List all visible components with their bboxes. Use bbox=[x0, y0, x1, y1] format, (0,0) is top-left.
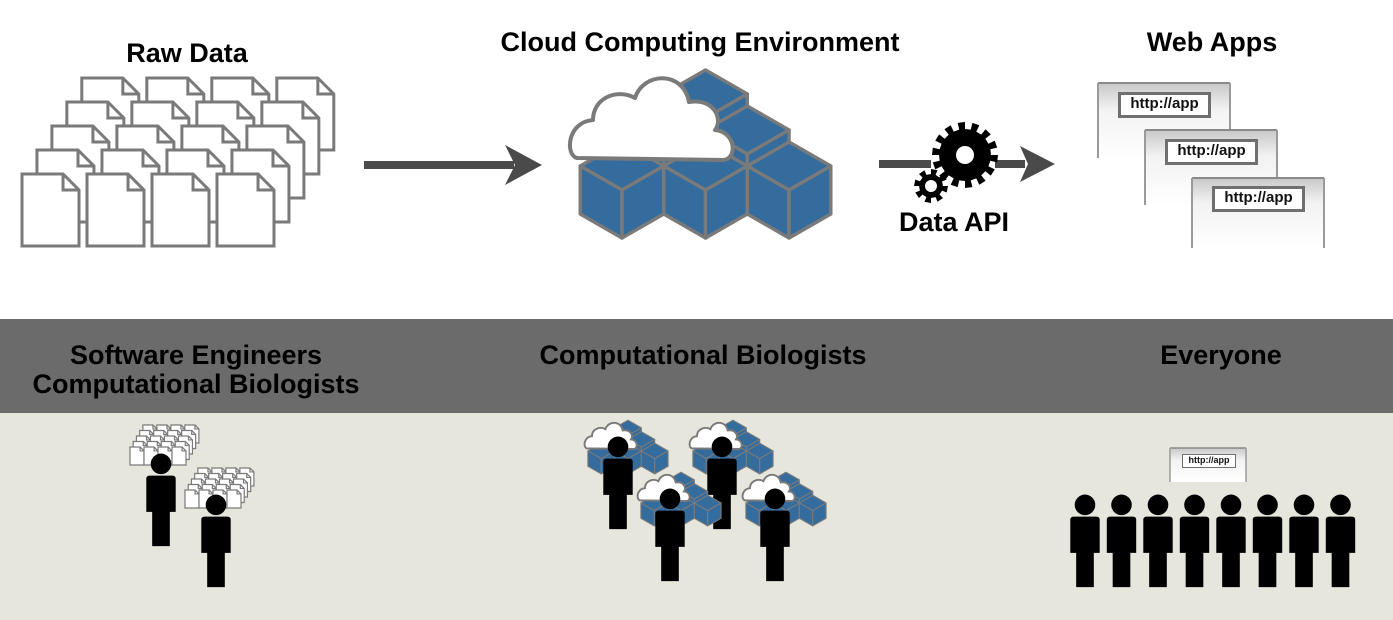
document-icon bbox=[20, 172, 81, 248]
web-apps-title: Web Apps bbox=[1146, 27, 1278, 57]
app-url-box: http://app bbox=[1165, 139, 1258, 165]
person-icon bbox=[1179, 494, 1210, 588]
data-api-label: Data API bbox=[898, 207, 1010, 237]
person-icon bbox=[146, 453, 176, 547]
audience-label-right: Everyone bbox=[1160, 340, 1282, 370]
document-icon bbox=[171, 446, 187, 466]
person-icon bbox=[1325, 494, 1356, 588]
audience-label-left-line2: Computational Biologists bbox=[32, 369, 360, 399]
app-url-box: http://app bbox=[1212, 186, 1305, 212]
person-icon bbox=[1143, 494, 1173, 588]
document-icon bbox=[215, 172, 276, 248]
audience-label-center: Computational Biologists bbox=[539, 340, 867, 370]
person-icon bbox=[1252, 494, 1283, 588]
document-icon bbox=[226, 489, 242, 509]
arrow-to-cloud bbox=[364, 145, 542, 185]
audience-label-left: Software Engineers Computational Biologi… bbox=[33, 341, 360, 399]
person-icon bbox=[1070, 494, 1100, 588]
audience-label-left-line1: Software Engineers bbox=[69, 340, 323, 370]
raw-data-documents bbox=[20, 76, 336, 248]
cloud-computing-icon bbox=[568, 68, 833, 240]
person-icon bbox=[1289, 494, 1319, 588]
document-icon bbox=[85, 172, 146, 248]
raw-data-title: Raw Data bbox=[126, 38, 248, 68]
app-url-box: http://app bbox=[1118, 92, 1211, 118]
person-icon bbox=[1216, 494, 1246, 588]
document-icon bbox=[129, 446, 145, 466]
document-icon bbox=[184, 489, 200, 509]
everyone-app-url: http://app bbox=[1182, 454, 1236, 468]
small-gear-icon bbox=[914, 169, 948, 203]
cloud-environment-title: Cloud Computing Environment bbox=[500, 27, 900, 57]
document-icon bbox=[150, 172, 211, 248]
person-icon bbox=[1106, 494, 1137, 588]
people-illustration bbox=[129, 419, 1356, 588]
